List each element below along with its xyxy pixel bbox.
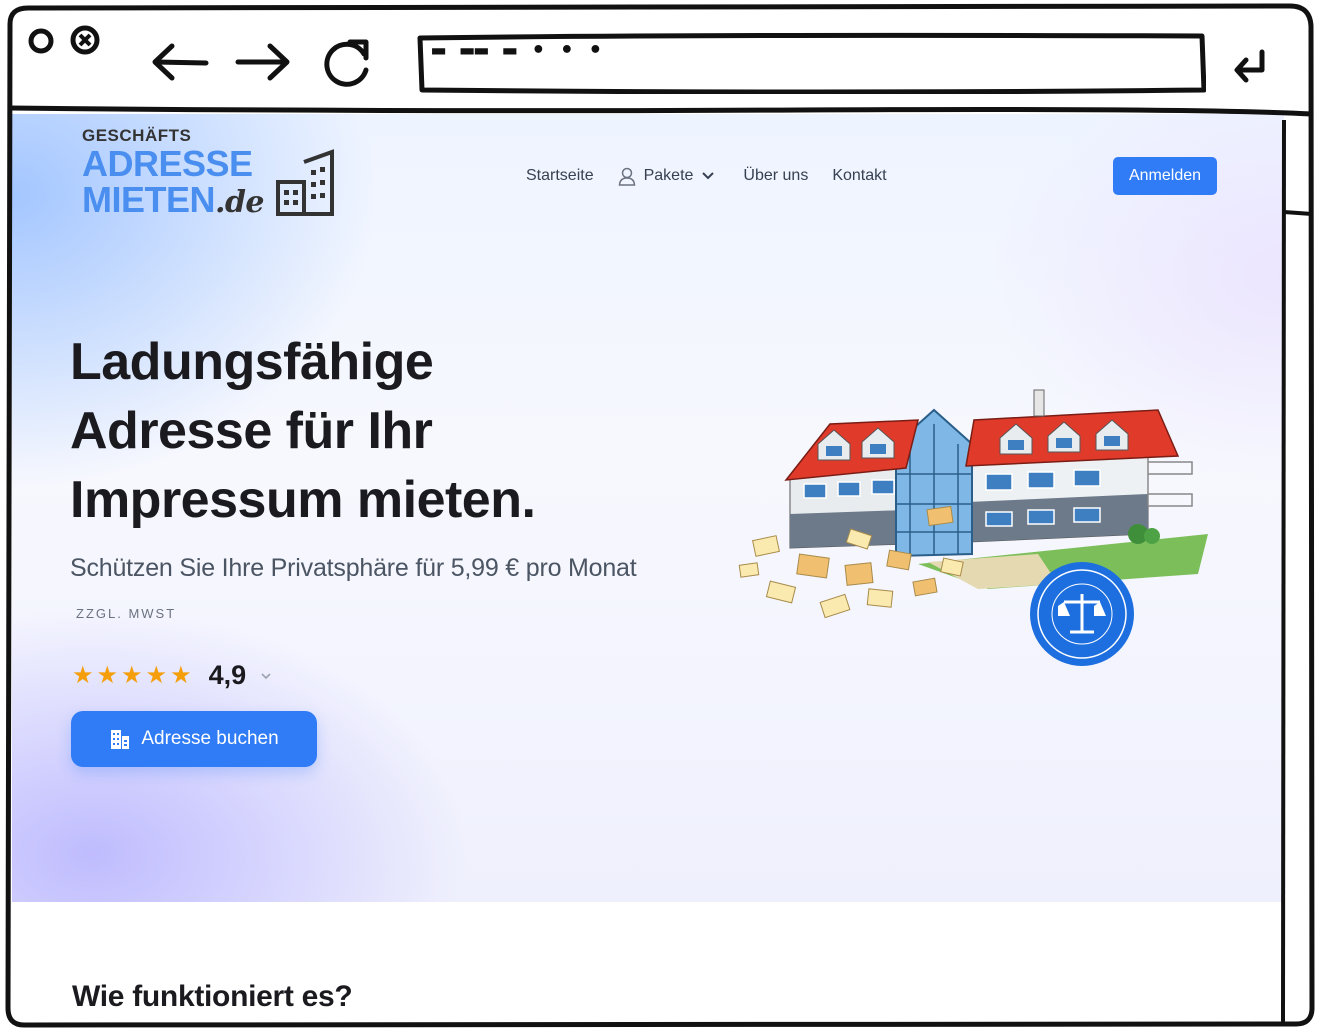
hero-subtitle: Schützen Sie Ihre Privatsphäre für 5,99 … xyxy=(70,554,637,582)
star-icon: ★ xyxy=(170,661,192,689)
hero-title-line-2: Adresse für Ihr xyxy=(70,402,433,460)
logo-line2-text: MIETEN xyxy=(82,179,216,220)
nav-kontakt[interactable]: Kontakt xyxy=(832,167,886,185)
tax-note: ZZGL. MWST xyxy=(76,606,177,621)
nav-startseite[interactable]: Startseite xyxy=(526,167,594,185)
browser-chrome xyxy=(12,10,1308,110)
forward-arrow-icon[interactable] xyxy=(232,42,294,82)
hero-title-line-1: Ladungsfähige xyxy=(70,333,434,391)
hero-title: Ladungsfähige Adresse für Ihr Impressum … xyxy=(70,328,710,535)
chevron-down-icon xyxy=(702,172,715,180)
how-it-works-title: Wie funktioniert es? xyxy=(72,980,353,1013)
building-icon xyxy=(111,730,130,749)
page-viewport: GESCHÄFTS ADRESSE MIETEN.de Startseite P… xyxy=(12,114,1284,1022)
address-bar[interactable] xyxy=(416,32,1206,94)
hero-section: GESCHÄFTS ADRESSE MIETEN.de Startseite P… xyxy=(12,114,1284,902)
logo-line1: ADRESSE xyxy=(82,143,253,184)
book-address-label: Adresse buchen xyxy=(141,728,279,749)
nav-pakete[interactable]: Pakete xyxy=(618,166,716,186)
nav-pakete-label: Pakete xyxy=(643,167,694,184)
rating-value: 4,9 xyxy=(208,660,247,690)
star-icon: ★ xyxy=(96,661,119,689)
hero-title-line-3: Impressum mieten. xyxy=(70,471,536,529)
back-arrow-icon[interactable] xyxy=(150,42,212,82)
logo-line2: MIETEN.de xyxy=(82,179,265,221)
x-circle-icon[interactable] xyxy=(68,24,102,56)
login-button[interactable]: Anmelden xyxy=(1113,157,1217,195)
enter-icon[interactable] xyxy=(1232,48,1272,88)
house-illustration xyxy=(738,389,1208,666)
star-icon: ★ xyxy=(145,661,168,689)
main-nav: Startseite Pakete Über uns Kontakt xyxy=(526,164,911,188)
site-logo[interactable]: GESCHÄFTS ADRESSE MIETEN.de xyxy=(82,126,342,222)
reload-icon[interactable] xyxy=(320,34,376,92)
building-logo-icon xyxy=(276,149,334,216)
legal-seal-icon xyxy=(1030,562,1134,666)
star-icon: ★ xyxy=(121,661,143,689)
logo-tld: .de xyxy=(215,185,265,220)
book-address-button[interactable]: Adresse buchen xyxy=(71,711,317,767)
rating[interactable]: ★ ★ ★ ★ ★ 4,9 xyxy=(72,660,272,691)
user-icon xyxy=(618,167,635,186)
nav-ueber-uns[interactable]: Über uns xyxy=(743,167,808,185)
star-icon: ★ xyxy=(72,661,94,689)
chevron-down-icon[interactable] xyxy=(260,672,272,680)
close-circle-icon[interactable] xyxy=(26,26,56,56)
rating-stars: ★ ★ ★ ★ ★ xyxy=(72,661,195,689)
